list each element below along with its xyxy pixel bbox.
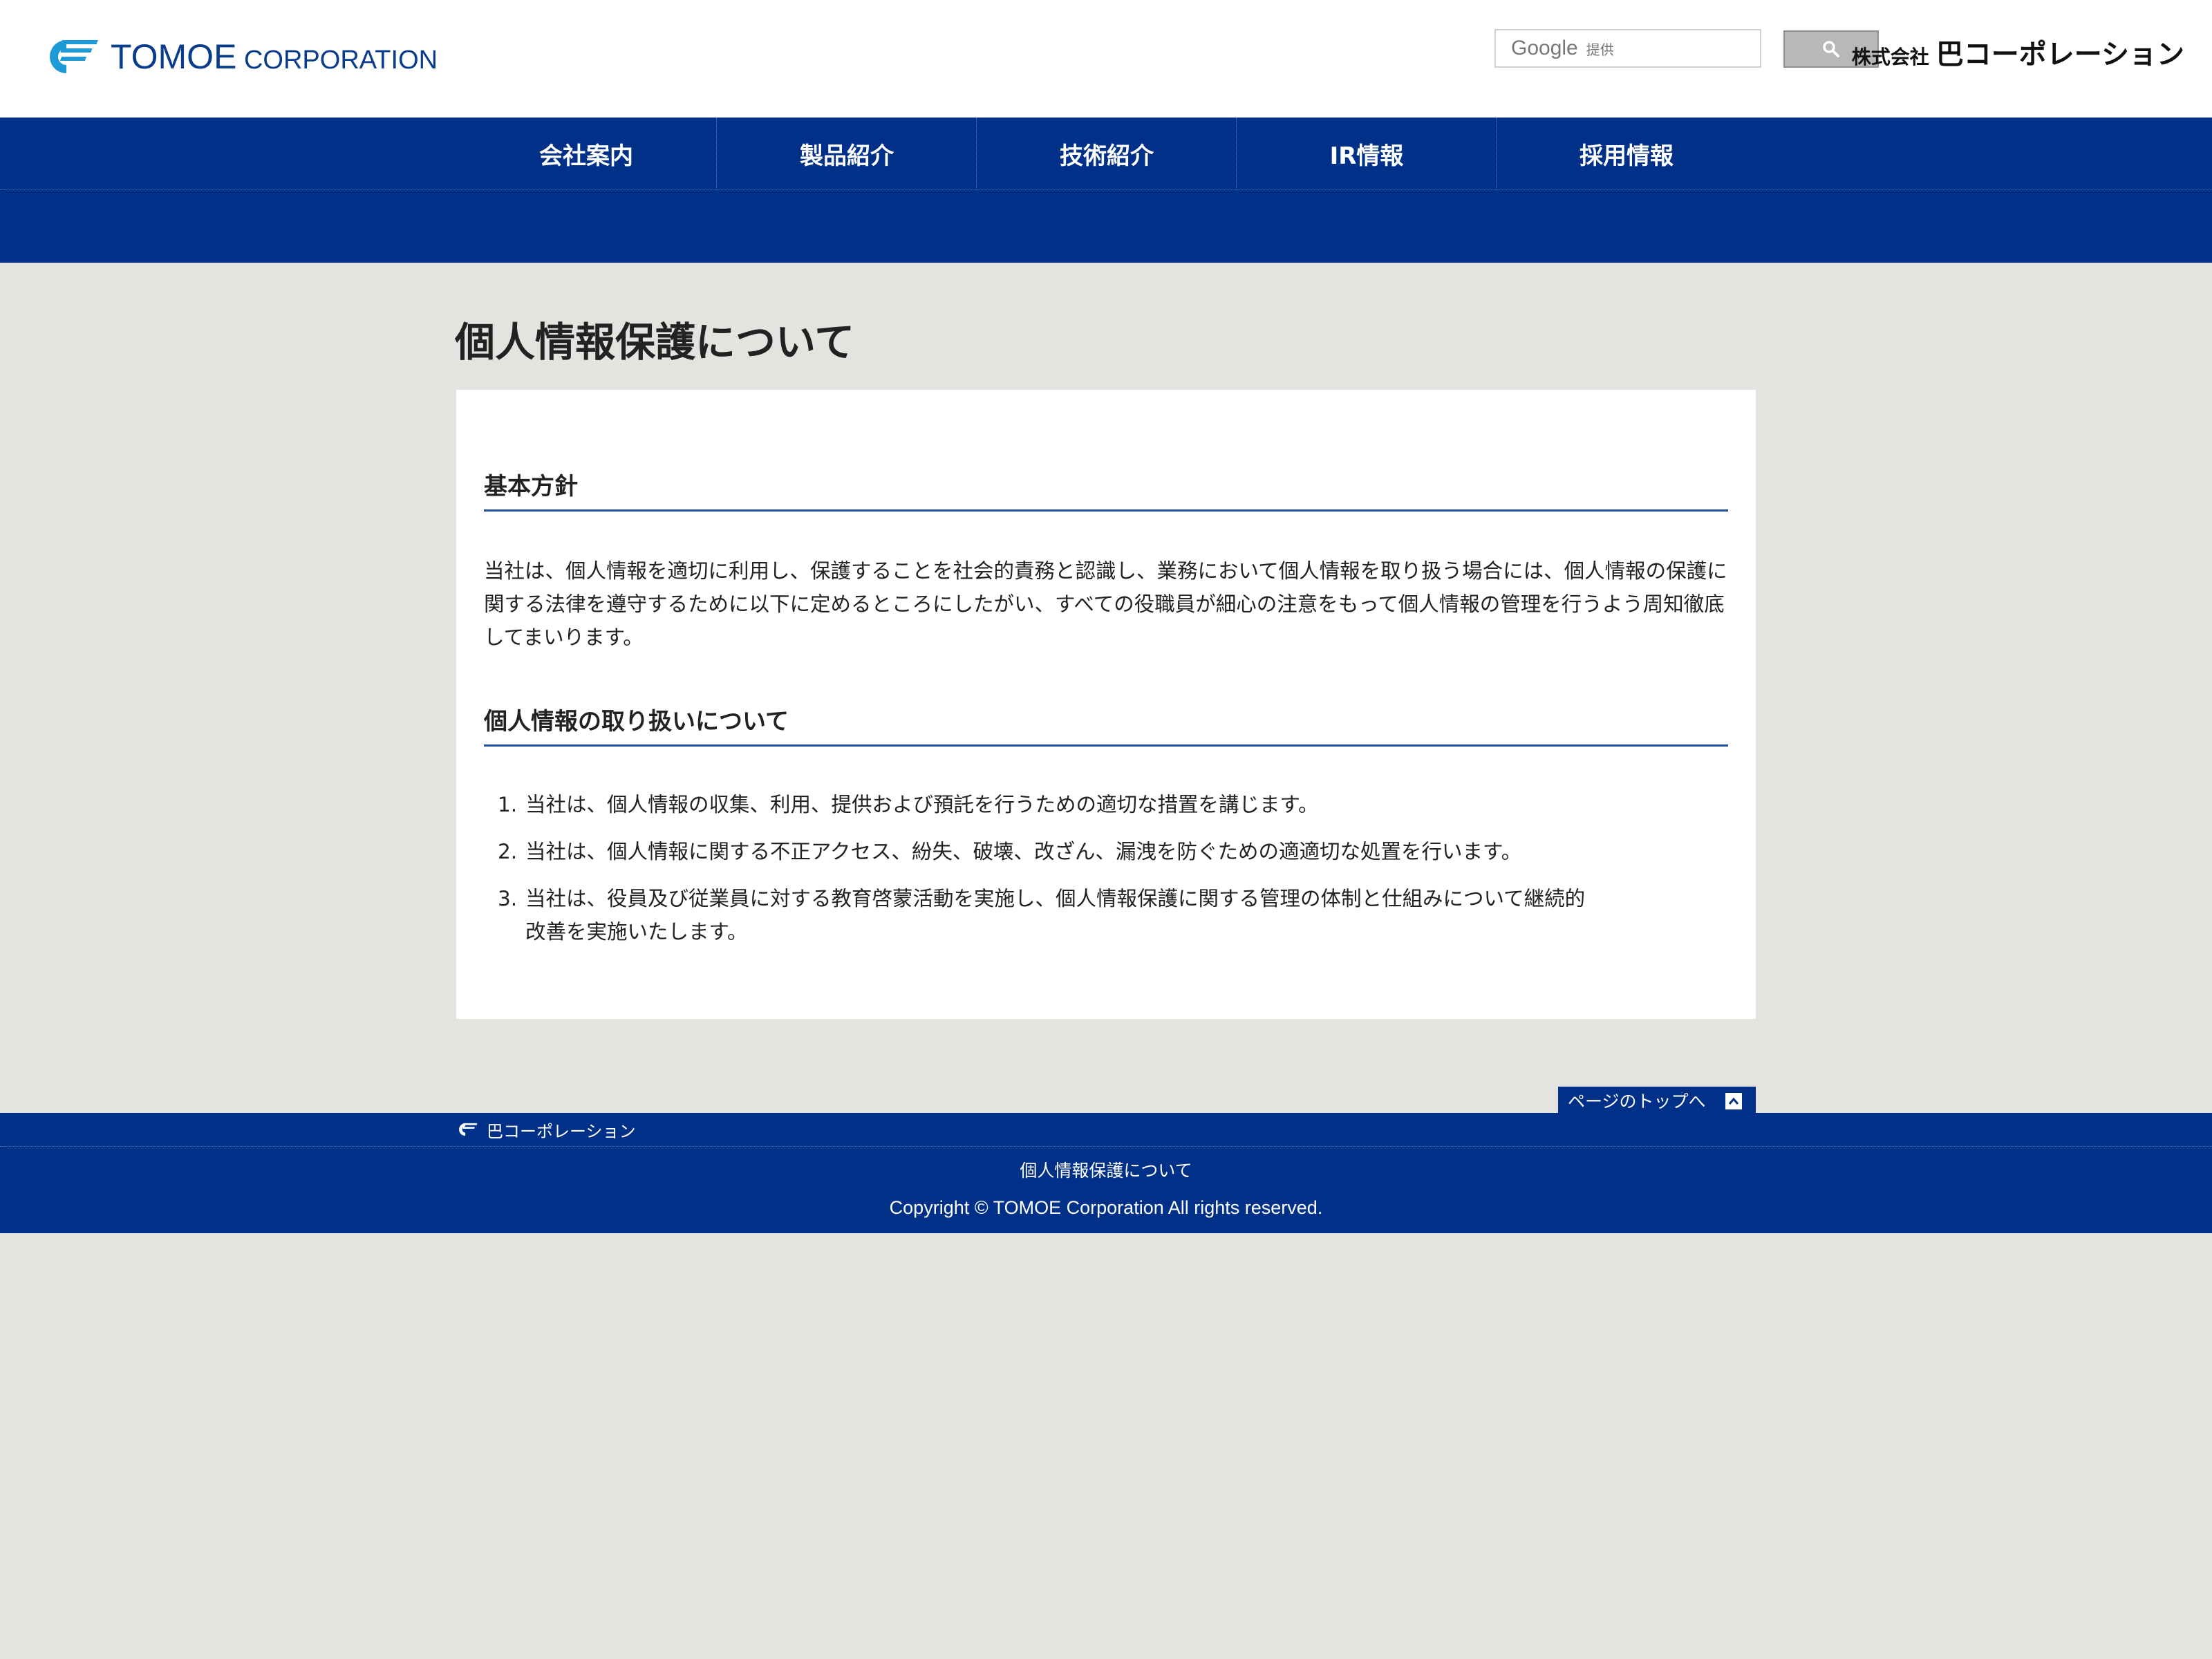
page-title: 個人情報保護について bbox=[455, 319, 855, 366]
footer-breadcrumb-label: 巴コーポレーション bbox=[487, 1121, 636, 1141]
global-nav-row: 会社案内 製品紹介 技術紹介 IR情報 採用情報 bbox=[0, 118, 2212, 190]
tomoe-logo-mark-icon bbox=[50, 40, 98, 73]
list-item: 1. 当社は、個人情報の収集、利用、提供および預託を行うための適切な措置を講じま… bbox=[484, 788, 1728, 821]
back-to-top-label: ページのトップへ bbox=[1568, 1091, 1706, 1112]
list-item-number: 1. bbox=[498, 793, 518, 816]
list-item: 2. 当社は、個人情報に関する不正アクセス、紛失、破壊、改ざん、漏洩を防ぐための… bbox=[484, 835, 1728, 868]
global-nav: 会社案内 製品紹介 技術紹介 IR情報 採用情報 bbox=[0, 118, 2212, 263]
list-item-text: 当社は、役員及び従業員に対する教育啓蒙活動を実施し、個人情報保護に関する管理の体… bbox=[525, 887, 1586, 944]
list-item: 3. 当社は、役員及び従業員に対する教育啓蒙活動を実施し、個人情報保護に関する管… bbox=[484, 882, 1728, 948]
handling-list: 1. 当社は、個人情報の収集、利用、提供および預託を行うための適切な措置を講じま… bbox=[484, 788, 1728, 962]
corporate-prefix: 株式会社 bbox=[1851, 46, 1929, 68]
nav-item-recruit[interactable]: 採用情報 bbox=[1497, 118, 1756, 189]
list-item-text: 当社は、個人情報の収集、利用、提供および預託を行うための適切な措置を講じます。 bbox=[525, 793, 1319, 816]
corporate-name-logo: 株式会社 巴コーポレーション bbox=[1852, 32, 2184, 71]
search-brand-label: Google bbox=[1511, 37, 1578, 59]
footer-breadcrumb-bar: 巴コーポレーション bbox=[0, 1113, 2212, 1147]
site-header: TOMOE CORPORATION Google 提供 株式会社 巴コーポレーシ… bbox=[0, 0, 2212, 118]
copyright-text: Copyright © TOMOE Corporation All rights… bbox=[889, 1197, 1323, 1218]
section-heading-policy: 基本方針 bbox=[484, 467, 1728, 512]
content-card: 基本方針 当社は、個人情報を適切に利用し、保護することを社会的責務と認識し、業務… bbox=[456, 390, 1756, 1019]
nav-item-ir[interactable]: IR情報 bbox=[1237, 118, 1497, 189]
chevron-up-icon bbox=[1725, 1093, 1742, 1109]
search-input[interactable]: Google 提供 bbox=[1494, 29, 1761, 68]
logo-sub-text: CORPORATION bbox=[236, 46, 438, 75]
nav-item-company[interactable]: 会社案内 bbox=[456, 118, 716, 189]
policy-paragraph: 当社は、個人情報を適切に利用し、保護することを社会的責務と認識し、業務において個… bbox=[484, 559, 1727, 649]
logo-main-text: TOMOE bbox=[111, 37, 237, 76]
section-heading-handling: 個人情報の取り扱いについて bbox=[484, 702, 1728, 747]
list-item-text: 当社は、個人情報に関する不正アクセス、紛失、破壊、改ざん、漏洩を防ぐための適適切… bbox=[525, 840, 1522, 863]
corporate-name: 巴コーポレーション bbox=[1936, 39, 2184, 71]
search-brand-suffix: 提供 bbox=[1586, 41, 1614, 58]
footer-breadcrumb-home[interactable]: 巴コーポレーション bbox=[455, 1117, 636, 1142]
tomoe-logo-small-icon bbox=[459, 1123, 478, 1136]
site-footer: 巴コーポレーション 個人情報保護について Copyright © TOMOE C… bbox=[0, 1113, 2212, 1233]
logo-wordmark: TOMOE CORPORATION bbox=[111, 39, 438, 74]
nav-item-technology[interactable]: 技術紹介 bbox=[977, 118, 1237, 189]
list-item-number: 3. bbox=[498, 887, 518, 910]
site-logo[interactable]: TOMOE CORPORATION bbox=[39, 36, 438, 77]
search-icon bbox=[1823, 41, 1839, 57]
nav-item-products[interactable]: 製品紹介 bbox=[717, 118, 977, 189]
list-item-number: 2. bbox=[498, 840, 518, 863]
back-to-top-button[interactable]: ページのトップへ bbox=[1558, 1087, 1756, 1114]
footer-privacy-link[interactable]: 個人情報保護について bbox=[0, 1157, 2212, 1182]
